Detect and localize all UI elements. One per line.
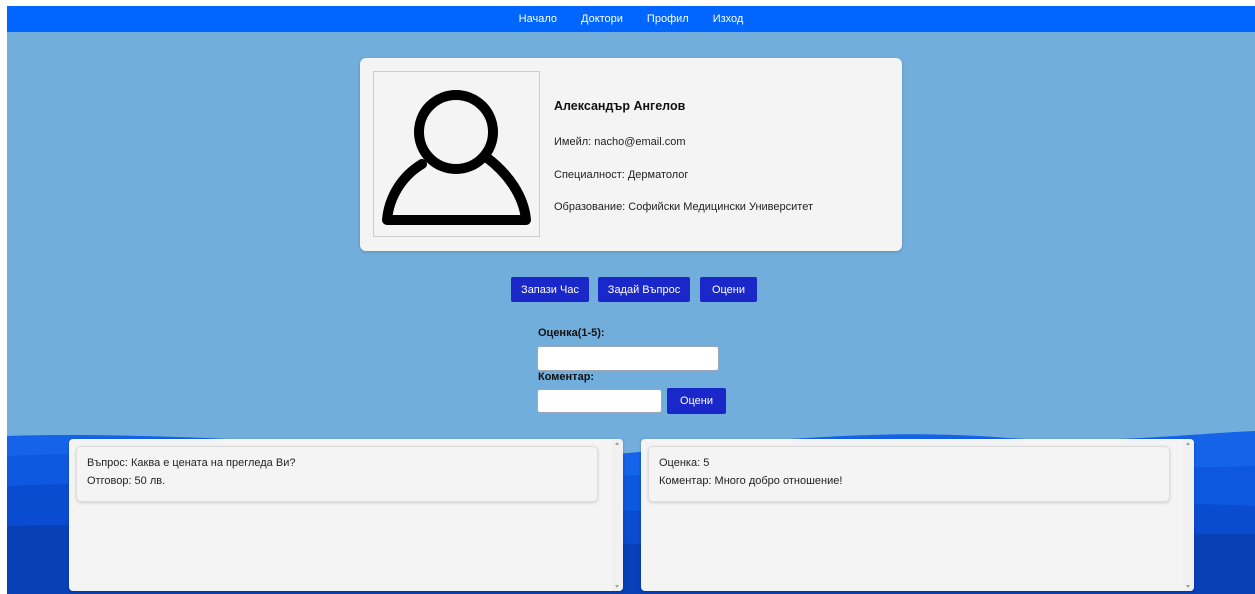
questions-panel[interactable]: Въпрос: Каква е цената на прегледа Ви? О… [69, 439, 623, 591]
doctor-specialty: Специалност: Дерматолог [554, 169, 689, 181]
doctor-profile-card: Александър Ангелов Имейл: nacho@email.co… [360, 58, 902, 251]
doctor-education: Образование: Софийски Медицински Универс… [554, 201, 813, 213]
avatar [373, 71, 540, 237]
comment-label: Коментар: [538, 371, 595, 383]
scroll-down-icon[interactable] [615, 585, 619, 588]
review-comment: Коментар: Много добро отношение! [659, 475, 843, 487]
review-rating: Оценка: 5 [659, 457, 710, 469]
rating-input[interactable] [537, 346, 719, 371]
review-item: Оценка: 5 Коментар: Много добро отношени… [648, 446, 1170, 502]
question-item: Въпрос: Каква е цената на прегледа Ви? О… [76, 446, 598, 502]
book-appointment-button[interactable]: Запази Час [511, 277, 589, 302]
doctor-email: Имейл: nacho@email.com [554, 136, 686, 148]
scroll-up-icon[interactable] [615, 442, 619, 445]
navbar: Начало Доктори Профил Изход [7, 6, 1255, 32]
page: Начало Доктори Профил Изход Александър А… [7, 6, 1255, 594]
submit-rating-button[interactable]: Оцени [667, 388, 726, 414]
nav-link-profile[interactable]: Профил [635, 6, 701, 32]
user-icon [382, 90, 531, 225]
question-text: Въпрос: Каква е цената на прегледа Ви? [87, 457, 296, 469]
nav-link-home[interactable]: Начало [507, 6, 569, 32]
nav-link-logout[interactable]: Изход [701, 6, 756, 32]
scroll-down-icon[interactable] [1186, 585, 1190, 588]
ask-question-button[interactable]: Задай Въпрос [598, 277, 690, 302]
reviews-panel[interactable]: Оценка: 5 Коментар: Много добро отношени… [641, 439, 1194, 591]
scroll-up-icon[interactable] [1186, 442, 1190, 445]
rate-button[interactable]: Оцени [700, 277, 757, 302]
nav-link-doctors[interactable]: Доктори [569, 6, 635, 32]
rating-label: Оценка(1-5): [538, 327, 605, 339]
doctor-name: Александър Ангелов [554, 99, 686, 113]
questions-scrollbar[interactable] [612, 439, 623, 591]
answer-text: Отговор: 50 лв. [87, 475, 166, 487]
comment-input[interactable] [537, 389, 662, 413]
reviews-scrollbar[interactable] [1183, 439, 1194, 591]
